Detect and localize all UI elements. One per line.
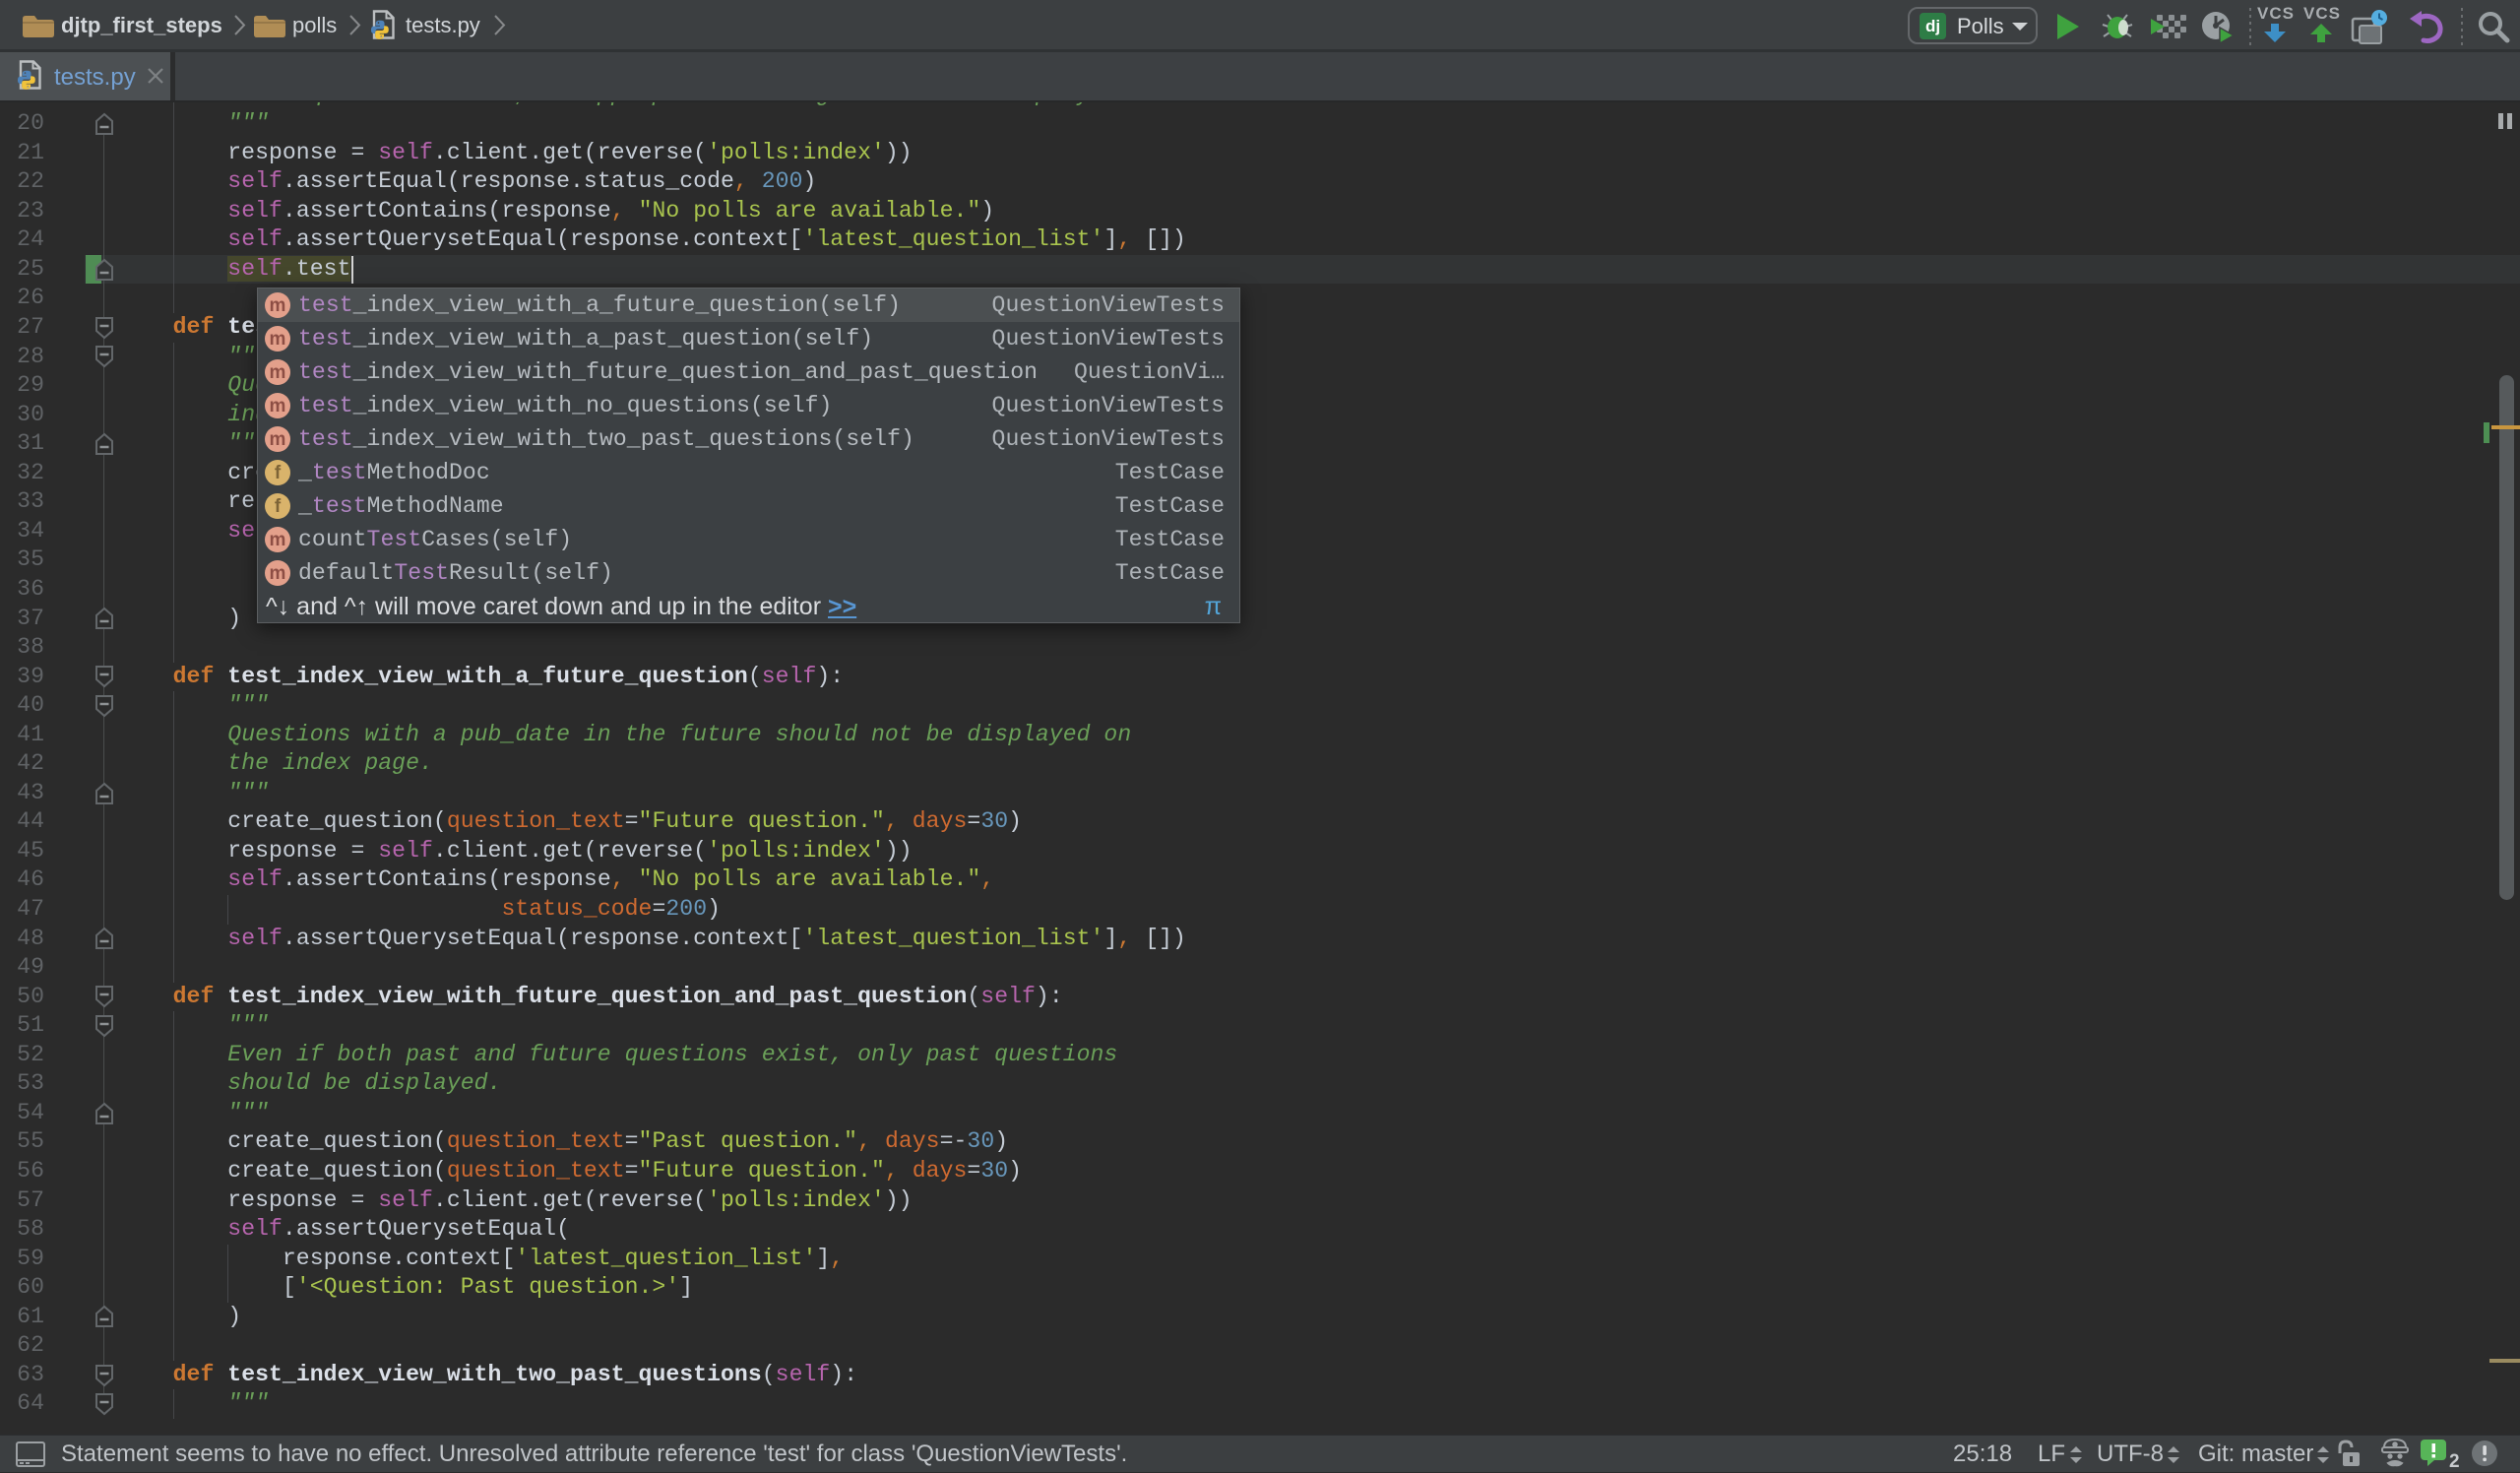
svg-text:2: 2 [2449, 1451, 2459, 1470]
